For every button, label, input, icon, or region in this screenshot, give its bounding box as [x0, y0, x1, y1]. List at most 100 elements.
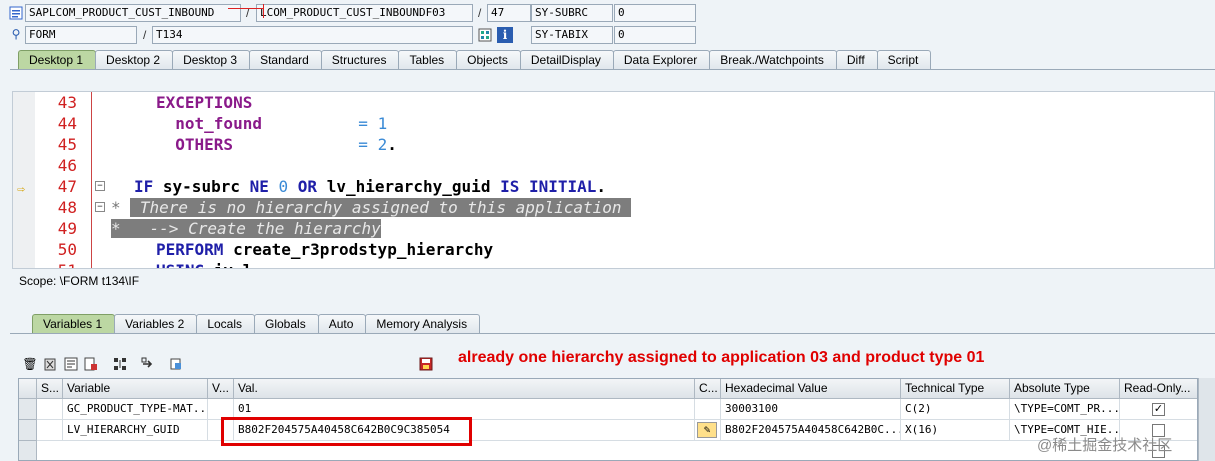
tab-memory-analysis[interactable]: Memory Analysis [365, 314, 481, 334]
fold-toggle-icon[interactable]: − [95, 181, 105, 191]
edit-pencil-icon[interactable]: ✎ [697, 422, 717, 438]
column-header-select[interactable] [19, 379, 37, 399]
code-token: There is no hierarchy assigned to this a… [130, 198, 632, 217]
cell-change[interactable] [695, 399, 721, 420]
source-code-editor[interactable]: 43 EXCEPTIONS 44 not_found = 1 45 OTHERS = … [12, 91, 1215, 269]
column-header-s[interactable]: S... [37, 379, 63, 399]
separator: / [143, 28, 147, 42]
code-token: 2 [377, 135, 388, 154]
column-header-absolute-type[interactable]: Absolute Type [1010, 379, 1120, 399]
code-token: sy-subrc [162, 177, 250, 196]
code-token: lv_hierarchy_guid [326, 177, 501, 196]
tab-data-explorer[interactable]: Data Explorer [612, 50, 711, 70]
line-number: 44 [57, 114, 77, 133]
fold-toggle-icon[interactable]: − [95, 202, 105, 212]
grid-scrollbar[interactable] [1198, 378, 1215, 461]
table-row [37, 399, 63, 420]
grid-icon[interactable] [477, 27, 493, 43]
tab-tables[interactable]: Tables [398, 50, 458, 70]
column-header-technical-type[interactable]: Technical Type [901, 379, 1010, 399]
separator: / [246, 6, 250, 20]
line-number: 45 [57, 135, 77, 154]
code-text: EXCEPTIONS [156, 92, 252, 113]
separator: / [478, 6, 482, 20]
export-icon[interactable] [83, 356, 99, 372]
include-name-field[interactable]: LCOM_PRODUCT_CUST_INBOUNDF03 [256, 4, 473, 22]
program-name-field[interactable]: SAPLCOM_PRODUCT_CUST_INBOUND [25, 4, 241, 22]
system-field-name-1[interactable]: SY-SUBRC [531, 4, 613, 22]
code-line[interactable]: 49 * --> Create the hierarchy [13, 218, 1214, 239]
tab-globals[interactable]: Globals [254, 314, 319, 334]
system-field-name-2[interactable]: SY-TABIX [531, 26, 613, 44]
tab-diff[interactable]: Diff [835, 50, 878, 70]
column-header-v[interactable]: V... [208, 379, 234, 399]
details-icon[interactable] [63, 356, 79, 372]
line-number-field[interactable]: 47 [487, 4, 531, 22]
code-token: . [596, 177, 607, 196]
tab-desktop-3[interactable]: Desktop 3 [172, 50, 251, 70]
code-text: IF sy-subrc NE 0 OR lv_hierarchy_guid IS… [134, 176, 606, 197]
tab-variables-1[interactable]: Variables 1 [32, 314, 116, 334]
variables-panel-border [10, 333, 1215, 334]
line-number: 47 [57, 177, 77, 196]
tab-objects[interactable]: Objects [456, 50, 521, 70]
code-token: USING [156, 261, 214, 268]
code-line[interactable]: 50 PERFORM create_r3prodstyp_hierarchy [13, 239, 1214, 260]
code-token: OR [297, 177, 327, 196]
tab-locals[interactable]: Locals [196, 314, 255, 334]
event-name-field[interactable]: T134 [152, 26, 473, 44]
column-header-hex[interactable]: Hexadecimal Value [721, 379, 901, 399]
tab-auto[interactable]: Auto [317, 314, 367, 334]
red-marker-line [228, 8, 264, 9]
cell-change[interactable]: ✎ [695, 420, 721, 441]
hierarchy-icon[interactable] [112, 356, 128, 372]
code-line[interactable]: 46 [13, 155, 1214, 176]
tab-variables-2[interactable]: Variables 2 [114, 314, 198, 334]
column-header-read-only[interactable]: Read-Only... [1120, 379, 1197, 399]
code-line[interactable]: 45 OTHERS = 2. [13, 134, 1214, 155]
code-text: * There is no hierarchy assigned to this… [111, 197, 632, 218]
code-line[interactable]: 44 not_found = 1 [13, 113, 1214, 134]
tab-detail-display[interactable]: DetailDisplay [519, 50, 614, 70]
navigate-icon[interactable] [140, 356, 156, 372]
code-line[interactable]: 48 − * There is no hierarchy assigned to t… [13, 197, 1214, 218]
code-line[interactable]: ⇨ 47− IF sy-subrc NE 0 OR lv_hierarchy_gui… [13, 176, 1214, 197]
watermark: @稀土掘金技术社区 [1037, 437, 1173, 454]
code-line[interactable]: 43 EXCEPTIONS [13, 92, 1214, 113]
system-field-value-2[interactable]: 0 [614, 26, 696, 44]
cell-variable[interactable]: LV_HIERARCHY_GUID [63, 420, 208, 441]
column-header-value[interactable]: Val. [234, 379, 695, 399]
table-row [37, 420, 63, 441]
system-field-value-1[interactable]: 0 [614, 4, 696, 22]
delete-all-icon[interactable] [42, 356, 58, 372]
delete-icon[interactable]: 🗑 [22, 356, 38, 372]
code-text: USING iv_l [156, 260, 252, 268]
line-number: 48 [57, 198, 77, 217]
read-only-checkbox[interactable]: ✓ [1152, 403, 1165, 416]
tab-desktop-2[interactable]: Desktop 2 [95, 50, 174, 70]
code-text: OTHERS = 2. [156, 134, 397, 155]
event-type-field[interactable]: FORM [25, 26, 137, 44]
code-token: IS INITIAL [500, 177, 597, 196]
code-line[interactable]: 51 USING iv_l [13, 260, 1214, 268]
row-selector[interactable] [19, 441, 37, 460]
tab-standard[interactable]: Standard [249, 50, 322, 70]
cell-absolute-type[interactable]: \TYPE=COMT_PR... [1010, 399, 1120, 420]
find-icon[interactable] [168, 356, 184, 372]
red-marker-tick [263, 4, 264, 18]
row-selector[interactable] [19, 420, 37, 441]
info-icon[interactable]: i [497, 27, 513, 43]
tab-breakpoints[interactable]: Break./Watchpoints [709, 50, 837, 70]
tab-script[interactable]: Script [876, 50, 932, 70]
cell-variable[interactable]: GC_PRODUCT_TYPE-MAT... [63, 399, 208, 420]
cell-technical-type: C(2) [901, 399, 1010, 420]
tab-structures[interactable]: Structures [320, 50, 400, 70]
code-token: OTHERS [156, 135, 234, 154]
column-header-variable[interactable]: Variable [63, 379, 208, 399]
column-header-c[interactable]: C... [695, 379, 721, 399]
tab-desktop-1[interactable]: Desktop 1 [18, 50, 97, 70]
save-icon[interactable] [418, 356, 434, 372]
code-token: EXCEPTIONS [156, 93, 253, 112]
row-selector[interactable] [19, 399, 37, 420]
table-row [37, 441, 1197, 460]
